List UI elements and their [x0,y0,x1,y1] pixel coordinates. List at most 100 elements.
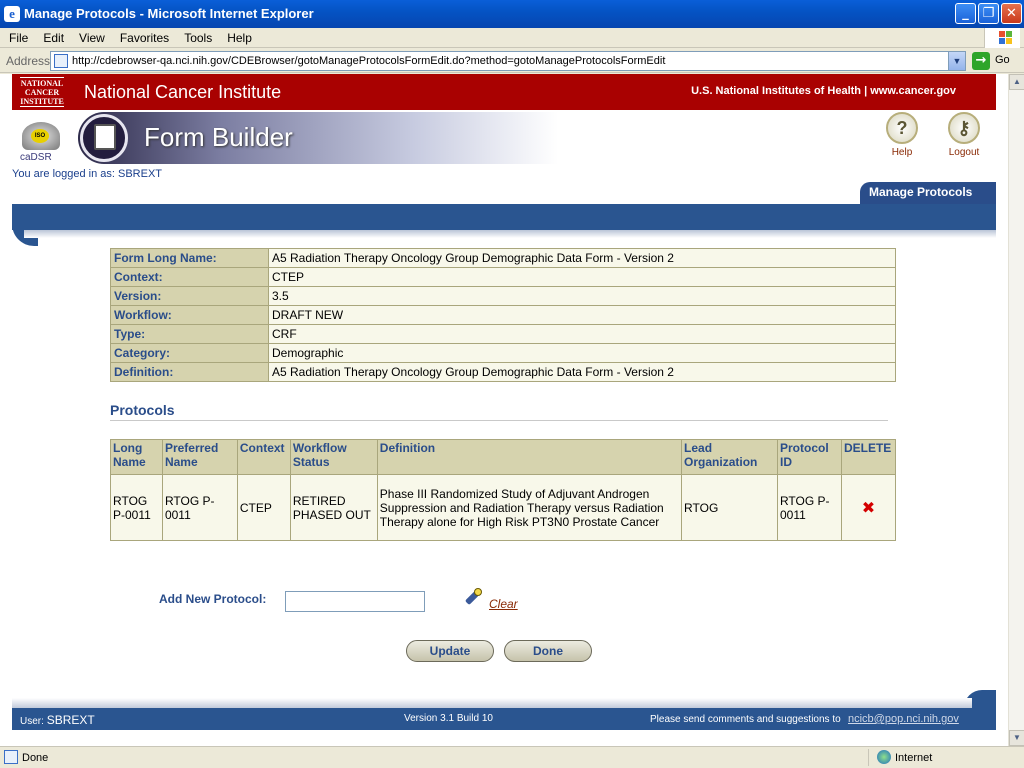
scroll-up-button[interactable]: ▲ [1009,74,1024,90]
footer-bar: User: SBREXT Version 3.1 Build 10 Please… [12,708,996,730]
logout-button[interactable]: ⚷ Logout [940,112,988,160]
detail-value: A5 Radiation Therapy Oncology Group Demo… [268,362,896,382]
go-arrow-icon: → [972,52,990,70]
col-context: Context [236,439,291,475]
footer-suggestion: Please send comments and suggestions to [650,714,841,725]
flashlight-search-icon[interactable] [462,586,484,608]
cell-lead-organization: RTOG [681,474,778,541]
go-button[interactable]: → Go [972,52,1022,70]
cadsr-logo[interactable]: ISO caDSR [18,114,64,164]
detail-value: CRF [268,324,896,344]
ie-icon: e [4,6,20,22]
col-definition: Definition [376,439,683,475]
minimize-button[interactable]: _ [955,3,976,24]
cell-protocol-id: RTOG P-0011 [776,474,842,541]
footer-user: User: SBREXT [20,713,95,727]
nci-banner: NATIONAL CANCER INSTITUTE National Cance… [12,74,996,110]
windows-logo-icon [984,28,1020,48]
globe-icon [877,750,891,764]
nci-logo[interactable]: NATIONAL CANCER INSTITUTE [20,77,64,107]
detail-row: Version: 3.5 [110,286,896,306]
menu-tools[interactable]: Tools [175,28,218,45]
detail-label: Definition: [110,362,269,382]
page-status-icon [4,750,18,764]
menu-file[interactable]: File [0,28,34,45]
detail-value: 3.5 [268,286,896,306]
logged-in-text: You are logged in as: SBREXT [12,168,163,180]
add-protocol-label: Add New Protocol: [159,592,267,606]
window-title-bar[interactable]: e Manage Protocols - Microsoft Internet … [0,0,1024,28]
nav-bar-shadow [24,230,996,238]
menu-help[interactable]: Help [218,28,258,45]
help-label: Help [891,147,913,158]
scroll-down-button[interactable]: ▼ [1009,730,1024,746]
cell-workflow-status: RETIRED PHASED OUT [289,474,378,541]
detail-label: Type: [110,324,269,344]
zone-label: Internet [895,752,933,764]
protocols-table: Long Name Preferred Name Context Workflo… [110,439,897,541]
table-row: RTOG P-0011 RTOG P-0011 CTEP RETIRED PHA… [110,474,897,541]
cell-delete: ✖ [840,474,897,541]
col-long-name: Long Name [110,439,163,475]
logout-label: Logout [948,147,980,158]
address-url[interactable]: http://cdebrowser-qa.nci.nih.gov/CDEBrow… [72,55,665,67]
close-button[interactable]: ✕ [1001,3,1022,24]
detail-label: Version: [110,286,269,306]
help-icon: ? [886,112,918,144]
detail-row: Category: Demographic [110,343,896,363]
menu-bar: File Edit View Favorites Tools Help [0,28,1024,48]
clear-link[interactable]: Clear [489,597,518,611]
protocols-divider [110,420,888,421]
security-zone: Internet [868,749,1018,766]
cell-definition: Phase III Randomized Study of Adjuvant A… [376,474,683,541]
detail-row: Context: CTEP [110,267,896,287]
detail-row: Form Long Name: A5 Radiation Therapy Onco… [110,248,896,268]
detail-row: Workflow: DRAFT NEW [110,305,896,325]
detail-label: Category: [110,343,269,363]
menu-view[interactable]: View [70,28,111,45]
col-lead-organization: Lead Organization [681,439,778,475]
menu-favorites[interactable]: Favorites [111,28,175,45]
cadsr-label: caDSR [20,152,52,163]
protocols-header-row: Long Name Preferred Name Context Workflo… [110,439,897,475]
detail-value: CTEP [268,267,896,287]
status-text: Done [22,752,49,764]
maximize-button[interactable]: ❐ [978,3,999,24]
nav-bar [12,204,996,230]
form-builder-banner: Form Builder [78,112,558,164]
address-dropdown-button[interactable]: ▼ [948,52,965,70]
footer-shadow [12,698,972,708]
detail-row: Type: CRF [110,324,896,344]
done-button[interactable]: Done [504,640,592,662]
col-preferred-name: Preferred Name [161,439,238,475]
iso-badge: ISO [31,129,49,143]
menu-edit[interactable]: Edit [34,28,70,45]
nci-name-link[interactable]: National Cancer Institute [84,82,281,103]
tab-manage-protocols[interactable]: Manage Protocols [860,182,996,204]
document-icon [94,124,116,150]
cell-preferred-name: RTOG P-0011 [161,474,238,541]
footer-user-value: SBREXT [46,713,95,727]
vertical-scrollbar[interactable]: ▲ ▼ [1008,74,1024,746]
update-button[interactable]: Update [406,640,494,662]
nih-links[interactable]: U.S. National Institutes of Health | www… [691,85,956,97]
footer-version: Version 3.1 Build 10 [404,713,493,724]
col-workflow-status: Workflow Status [289,439,378,475]
help-button[interactable]: ? Help [878,112,926,160]
window-title: Manage Protocols - Microsoft Internet Ex… [24,6,314,21]
status-bar: Done Internet [0,746,1024,768]
go-label: Go [995,54,1010,66]
delete-icon[interactable]: ✖ [844,498,893,517]
detail-value: DRAFT NEW [268,305,896,325]
add-protocol-input[interactable] [285,591,425,612]
app-title: Form Builder [144,122,293,152]
cell-long-name: RTOG P-0011 [110,474,163,541]
footer-email-link[interactable]: ncicb@pop.nci.nih.gov [848,713,959,725]
detail-label: Form Long Name: [110,248,269,268]
app-header: ISO caDSR Form Builder ? Help ⚷ Logout [12,110,996,166]
form-details-table: Form Long Name: A5 Radiation Therapy Onco… [110,248,896,382]
address-input[interactable]: http://cdebrowser-qa.nci.nih.gov/CDEBrow… [50,51,966,71]
detail-value: Demographic [268,343,896,363]
page-viewport: NATIONAL CANCER INSTITUTE National Cance… [0,74,1008,746]
protocols-heading: Protocols [110,402,175,418]
